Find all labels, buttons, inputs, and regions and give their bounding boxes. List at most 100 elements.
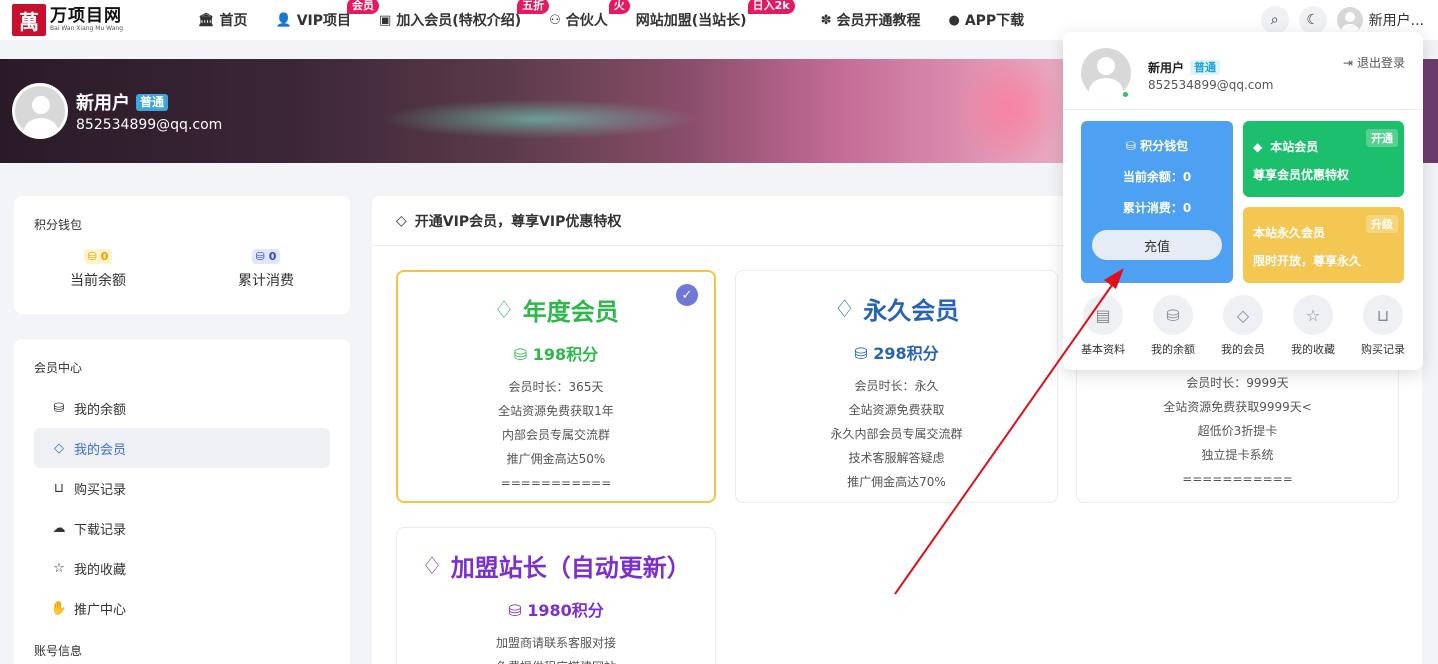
star-icon: ☆ <box>1293 295 1333 335</box>
menu-item-promotion[interactable]: ✋ 推广中心 <box>34 588 330 628</box>
logo-subtitle: Bai Wan Xiang Mu Wang <box>50 25 123 32</box>
recharge-button[interactable]: 充值 <box>1092 230 1222 260</box>
logout-button[interactable]: ⇥ 退出登录 <box>1343 54 1405 71</box>
main-nav: 🏛 首页 👤 VIP项目 会员 ▣ 加入会员(特权介绍) 五折 ⚇ 合伙人 火 … <box>198 0 1052 40</box>
avatar <box>1336 7 1363 33</box>
banner-username: 新用户 <box>76 93 130 114</box>
diamond-icon: ♢ <box>493 295 515 324</box>
moon-icon: ☾ <box>1306 12 1319 28</box>
online-indicator <box>1121 90 1130 99</box>
member-menu: ⛁ 我的余额 ◇ 我的会员 ⊔ 购买记录 ☁ 下载记录 ☆ 我的收藏 ✋ 推广中… <box>14 388 350 628</box>
nav-vip-projects[interactable]: 👤 VIP项目 会员 <box>275 0 380 30</box>
logo-title: 万项目网 <box>50 6 122 26</box>
apple-icon: ● <box>948 12 960 28</box>
nav-join-member[interactable]: ▣ 加入会员(特权介绍) 五折 <box>379 0 550 30</box>
plan-title: 年度会员 <box>522 298 619 326</box>
avatar[interactable] <box>12 83 68 139</box>
nav-badge: 会员 <box>347 0 380 14</box>
plan-title: 永久会员 <box>863 297 960 325</box>
cloud-download-icon: ☁ <box>52 520 66 536</box>
quick-link-favorites[interactable]: ☆ 我的收藏 <box>1283 295 1343 357</box>
coins-icon: ⛁ <box>255 250 265 263</box>
menu-item-favorites[interactable]: ☆ 我的收藏 <box>34 548 330 588</box>
nav-badge: 火 <box>608 0 630 14</box>
nav-badge: 日入2k <box>747 0 795 14</box>
nav-badge: 五折 <box>517 0 550 14</box>
basket-icon: ⊔ <box>53 480 65 496</box>
menu-item-purchases[interactable]: ⊔ 购买记录 <box>34 468 330 508</box>
coins-icon: ⛁ <box>53 400 65 416</box>
dropdown-email: 852534899@qq.com <box>1148 78 1274 92</box>
upgrade-tag: 升级 <box>1366 215 1398 233</box>
nav-franchise[interactable]: 网站加盟(当站长) 日入2k <box>636 0 795 30</box>
quick-links: ▤ 基本资料 ⛁ 我的余额 ◇ 我的会员 ☆ 我的收藏 ⊔ 购买记录 <box>1073 295 1413 357</box>
menu-item-membership[interactable]: ◇ 我的会员 <box>34 428 330 468</box>
basket-icon: ⊔ <box>1363 295 1403 335</box>
search-button[interactable]: ⌕ <box>1260 6 1289 34</box>
user-dropdown: 新用户 普通 852534899@qq.com ⇥ 退出登录 ⛁ 积分钱包 当前… <box>1063 32 1423 370</box>
vimeo-icon: ▣ <box>379 12 392 28</box>
wallet-tile: ⛁ 积分钱包 当前余额：0 累计消费：0 充值 <box>1081 121 1233 283</box>
plan-title: 加盟站长（自动更新） <box>450 554 691 582</box>
vip-tile[interactable]: ◆ 本站会员 尊享会员优惠特权 开通 <box>1243 121 1404 197</box>
menu-item-downloads[interactable]: ☁ 下载记录 <box>34 508 330 548</box>
coins-icon: ⛁ <box>508 601 522 620</box>
bank-icon: 🏛 <box>198 12 215 28</box>
plan-lifetime[interactable]: ♢ 永久会员 ⛁ 298积分 会员时长：永久 全站资源免费获取 永久内部会员专属… <box>735 270 1058 503</box>
quick-link-profile[interactable]: ▤ 基本资料 <box>1073 295 1133 357</box>
dropdown-username: 新用户 <box>1148 61 1185 75</box>
id-card-icon: ▤ <box>1083 295 1123 335</box>
diamond-icon: ♢ <box>833 294 856 323</box>
coins-icon: ⛁ <box>1153 295 1193 335</box>
diamond-icon: ◇ <box>54 440 64 456</box>
quick-link-purchases[interactable]: ⊔ 购买记录 <box>1353 295 1413 357</box>
diamond-icon: ◇ <box>1223 295 1263 335</box>
wallet-spent-line: 累计消费：0 <box>1122 201 1192 215</box>
leaf-icon: ✽ <box>820 12 832 28</box>
header-username: 新用户... <box>1368 13 1424 29</box>
quick-link-balance[interactable]: ⛁ 我的余额 <box>1143 295 1203 357</box>
check-icon: ✓ <box>676 284 698 306</box>
logo-mark: 萬 <box>12 4 46 36</box>
plan-price: 1980积分 <box>527 601 604 620</box>
permanent-vip-tile[interactable]: 本站永久会员 限时开放，尊享永久 升级 <box>1243 207 1404 283</box>
coins-icon: ⛁ <box>1125 139 1136 153</box>
coins-icon: ⛁ <box>513 345 528 364</box>
menu-item-balance[interactable]: ⛁ 我的余额 <box>34 388 330 428</box>
plan-price: 298积分 <box>873 344 939 363</box>
plan-price: 198积分 <box>532 345 599 364</box>
wallet-balance-line: 当前余额：0 <box>1122 170 1192 184</box>
nav-tutorial[interactable]: ✽ 会员开通教程 <box>821 10 921 30</box>
nav-partner[interactable]: ⚇ 合伙人 火 <box>549 0 630 30</box>
coins-icon: ⛁ <box>854 344 868 363</box>
nav-app-download[interactable]: ● APP下载 <box>948 10 1024 30</box>
wallet-card: 积分钱包 ⛁ 0 当前余额 ⛁ 0 累计消费 <box>14 196 350 314</box>
star-icon: ☆ <box>53 560 65 576</box>
wallet-title: 积分钱包 <box>34 218 83 232</box>
nav-home[interactable]: 🏛 首页 <box>198 10 248 30</box>
account-info-title: 账号信息 <box>34 644 83 658</box>
banner-email: 852534899@qq.com <box>76 117 223 133</box>
plan-annual[interactable]: ✓ ♢ 年度会员 ⛁ 198积分 会员时长：365天 全站资源免费获取1年 内部… <box>396 270 716 503</box>
user-icon: 👤 <box>275 12 292 28</box>
member-center-title: 会员中心 <box>34 361 83 375</box>
level-badge: 普通 <box>1190 60 1221 75</box>
banner-user: 新用户 普通 852534899@qq.com <box>12 83 222 139</box>
hand-coin-icon: ✋ <box>50 600 68 616</box>
diamond-icon: ♢ <box>421 551 443 580</box>
plan-franchise[interactable]: ♢ 加盟站长（自动更新） ⛁ 1980积分 加盟商请联系客服对接 免费提供程序搭… <box>396 527 716 664</box>
dark-mode-toggle[interactable]: ☾ <box>1298 6 1327 34</box>
wallet-balance[interactable]: ⛁ 0 当前余额 <box>14 249 182 290</box>
wallet-spent[interactable]: ⛁ 0 累计消费 <box>182 249 350 290</box>
site-logo[interactable]: 萬 万项目网 Bai Wan Xiang Mu Wang <box>12 4 136 36</box>
search-icon: ⌕ <box>1270 12 1279 28</box>
level-badge: 普通 <box>136 93 169 111</box>
quick-link-membership[interactable]: ◇ 我的会员 <box>1213 295 1273 357</box>
sign-out-icon: ⇥ <box>1342 55 1353 70</box>
coins-icon: ⛁ <box>87 250 97 263</box>
binoculars-icon: ⚇ <box>549 12 561 28</box>
member-center-card: 会员中心 ⛁ 我的余额 ◇ 我的会员 ⊔ 购买记录 ☁ 下载记录 ☆ 我的收藏 … <box>14 339 350 664</box>
diamond-icon: ◇ <box>396 212 407 229</box>
open-tag: 开通 <box>1366 129 1398 147</box>
user-menu-trigger[interactable]: 新用户... <box>1336 7 1424 33</box>
